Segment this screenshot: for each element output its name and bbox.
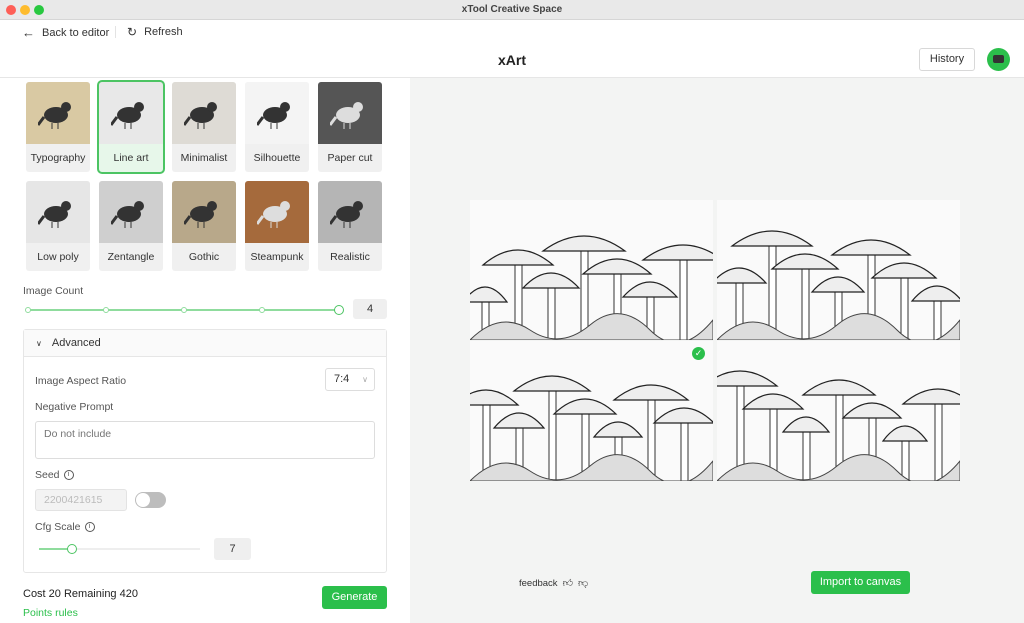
points-rules-link[interactable]: Points rules	[23, 607, 78, 619]
negative-prompt-input[interactable]	[35, 421, 375, 459]
divider	[115, 26, 116, 38]
style-tile-steampunk[interactable]: Steampunk	[245, 181, 309, 271]
chevron-down-icon: ∨	[362, 375, 368, 384]
style-preview-image	[26, 82, 90, 144]
seed-input[interactable]: 2200421615	[35, 489, 127, 511]
image-count-value[interactable]: 4	[353, 299, 387, 319]
back-to-editor-button[interactable]: ← Back to editor	[22, 25, 109, 40]
style-tile-realistic[interactable]: Realistic	[318, 181, 382, 271]
thumbs-down-icon[interactable]: 👎︎	[578, 577, 588, 589]
refresh-button[interactable]: ↻ Refresh	[127, 25, 183, 39]
result-image[interactable]	[717, 341, 960, 481]
result-grid: ✓	[470, 200, 960, 481]
info-icon[interactable]: i	[84, 522, 95, 532]
avatar[interactable]	[987, 48, 1010, 71]
style-label: Realistic	[330, 251, 370, 263]
result-image[interactable]: ✓	[470, 341, 713, 481]
negative-prompt-label: Negative Prompt	[35, 401, 114, 413]
style-preview-image	[99, 181, 163, 243]
seed-label-row: Seed i	[35, 469, 74, 481]
style-label: Gothic	[188, 251, 220, 263]
results-panel: ✓ feedback 👍︎ 👎︎ Import to canvas	[410, 78, 1024, 623]
feedback-row: feedback 👍︎ 👎︎	[519, 577, 589, 590]
style-label: Steampunk	[250, 251, 304, 263]
style-tile-low-poly[interactable]: Low poly	[26, 181, 90, 271]
chevron-down-icon: ∨	[36, 338, 42, 348]
cost-text: Cost 20 Remaining 420	[23, 588, 138, 600]
header: ← Back to editor ↻ Refresh xArt History	[0, 20, 1024, 78]
style-label: Low poly	[37, 251, 79, 263]
result-image[interactable]	[717, 200, 960, 340]
style-preview-image	[172, 181, 236, 243]
page-title: xArt	[497, 52, 526, 68]
cfg-scale-slider[interactable]	[39, 544, 200, 554]
image-count-label: Image Count	[23, 285, 84, 297]
style-label: Zentangle	[107, 251, 155, 263]
style-tile-typography[interactable]: Typography	[26, 82, 90, 172]
style-tile-gothic[interactable]: Gothic	[172, 181, 236, 271]
style-label: Paper cut	[327, 152, 373, 164]
style-tile-line-art[interactable]: Line art	[97, 80, 165, 174]
style-label: Minimalist	[180, 152, 228, 164]
style-tile-silhouette[interactable]: Silhouette	[245, 82, 309, 172]
style-preview-image	[245, 82, 309, 144]
slider-handle[interactable]	[334, 305, 344, 315]
advanced-panel: ∨ Advanced Image Aspect Ratio 7:4 ∨ Nega…	[23, 329, 387, 573]
cfg-label-row: Cfg Scale i	[35, 521, 95, 533]
image-count-slider[interactable]	[25, 305, 344, 315]
style-tile-paper-cut[interactable]: Paper cut	[318, 82, 382, 172]
style-preview-image	[99, 82, 163, 144]
history-button[interactable]: History	[919, 48, 975, 71]
maximize-window-button[interactable]	[34, 5, 44, 15]
close-window-button[interactable]	[6, 5, 16, 15]
style-tile-minimalist[interactable]: Minimalist	[172, 82, 236, 172]
style-label: Typography	[30, 152, 86, 164]
style-preview-image	[172, 82, 236, 144]
refresh-icon: ↻	[127, 25, 138, 39]
style-preview-image	[245, 181, 309, 243]
import-to-canvas-button[interactable]: Import to canvas	[811, 571, 910, 594]
aspect-ratio-select[interactable]: 7:4 ∨	[325, 368, 375, 391]
style-label: Line art	[113, 152, 149, 164]
window-title-bar: xTool Creative Space	[0, 0, 1024, 20]
arrow-left-icon: ←	[22, 25, 35, 40]
advanced-toggle[interactable]: ∨ Advanced	[24, 330, 386, 357]
check-icon: ✓	[692, 347, 705, 360]
generate-button[interactable]: Generate	[322, 586, 387, 609]
style-tile-zentangle[interactable]: Zentangle	[99, 181, 163, 271]
result-image[interactable]	[470, 200, 713, 340]
aspect-ratio-label: Image Aspect Ratio	[35, 375, 127, 387]
style-preview-image	[318, 181, 382, 243]
info-icon[interactable]: i	[63, 470, 74, 480]
style-preview-image	[318, 82, 382, 144]
seed-toggle[interactable]	[135, 492, 166, 508]
settings-panel: Typography Line art Minimalist Silhouette Pa…	[0, 78, 410, 623]
thumbs-up-icon[interactable]: 👍︎	[563, 577, 573, 589]
cfg-scale-value[interactable]: 7	[214, 538, 251, 560]
style-label: Silhouette	[253, 152, 301, 164]
slider-handle[interactable]	[67, 544, 77, 554]
style-preview-image	[26, 181, 90, 243]
minimize-window-button[interactable]	[20, 5, 30, 15]
window-title: xTool Creative Space	[461, 4, 563, 15]
robot-icon	[993, 55, 1004, 63]
